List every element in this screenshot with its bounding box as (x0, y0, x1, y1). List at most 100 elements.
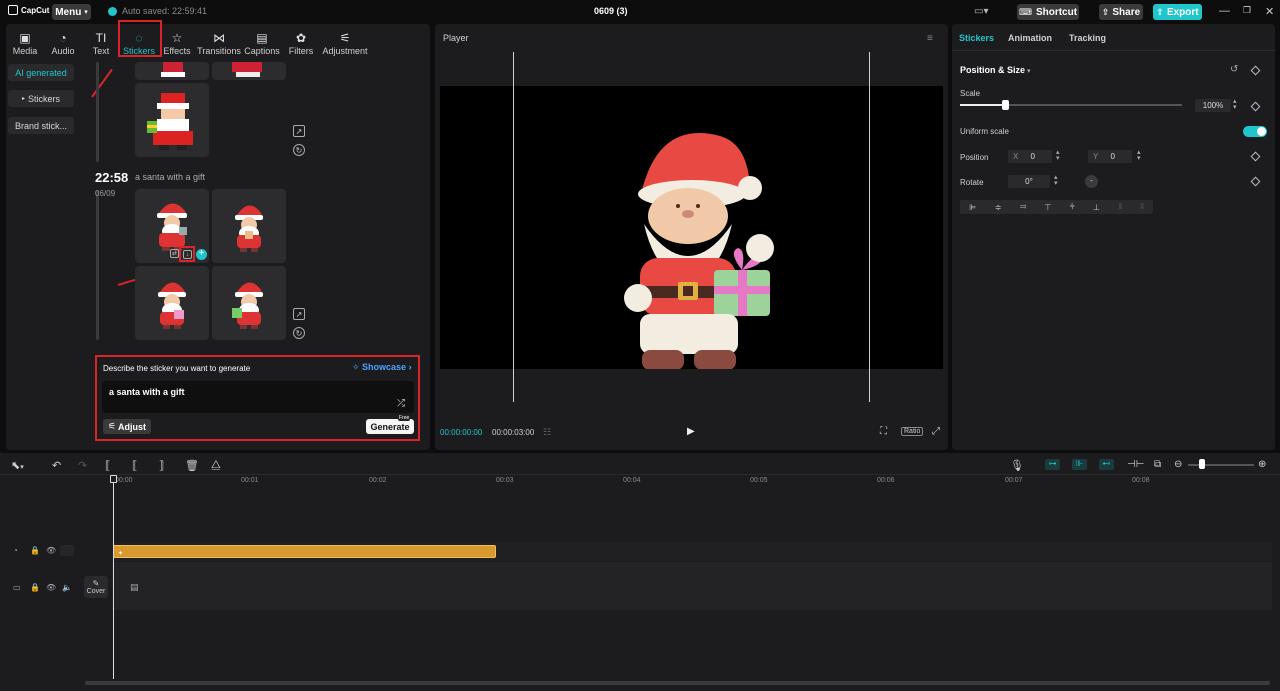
shuffle-icon[interactable]: ⤮ (397, 398, 405, 409)
regenerate-icon[interactable]: ↻ (293, 144, 305, 156)
replace-icon[interactable]: ⇄ (170, 249, 179, 258)
auto-snap-icon[interactable]: ⊪ (1072, 459, 1087, 470)
lock-icon[interactable]: 🔒 (30, 583, 40, 592)
stepper-icon[interactable]: ▴ ▾ (1137, 149, 1141, 162)
regenerate-icon[interactable]: ↻ (293, 327, 305, 339)
tab-animation[interactable]: Animation (1008, 33, 1052, 43)
align-right-icon[interactable]: ⫤ (1020, 202, 1026, 212)
add-to-track-icon[interactable]: ↗ (293, 125, 305, 137)
add-to-track-icon[interactable]: ↗ (293, 308, 305, 320)
rotate-input[interactable]: 0° (1008, 175, 1050, 188)
zoom-slider[interactable] (1188, 464, 1254, 466)
distribute-h-icon[interactable]: ⫴ (1119, 202, 1122, 212)
main-track-magnet-icon[interactable]: ⊶ (1045, 459, 1060, 470)
position-y-input[interactable]: Y0 (1088, 150, 1132, 163)
shortcut-button[interactable]: ⌨ Shortcut (1017, 4, 1079, 20)
eye-icon[interactable]: 👁 (46, 546, 56, 555)
distribute-v-icon[interactable]: ⫴ (1140, 202, 1143, 212)
align-bottom-icon[interactable]: ⊥ (1093, 203, 1100, 212)
split-right-icon[interactable]: ⟧ (159, 459, 164, 472)
split-icon[interactable]: ⟦ (105, 459, 110, 472)
position-size-section[interactable]: Position & Size ▾ (960, 65, 1030, 75)
lock-icon[interactable]: 🔒 (30, 546, 40, 555)
player-menu-icon[interactable]: ≡ (927, 33, 933, 44)
sticker-item[interactable] (212, 266, 286, 340)
sidebar-item-ai-generated[interactable]: AI generated (8, 64, 74, 81)
scale-slider-knob[interactable] (1002, 100, 1009, 110)
minimize-icon[interactable]: — (1219, 5, 1230, 17)
menu-button[interactable]: Menu ▾ (52, 4, 91, 20)
sidebar-item-stickers[interactable]: ▸ Stickers (8, 90, 74, 107)
timeline-scrollbar[interactable] (85, 681, 1270, 685)
sticker-clip[interactable]: ✦ (113, 545, 496, 558)
adjust-button[interactable]: ⚟ Adjust (103, 419, 151, 434)
align-center-v-icon[interactable]: ⫩ (1070, 202, 1075, 212)
sidebar-item-brand-stickers[interactable]: Brand stick... (8, 117, 74, 134)
mirror-icon[interactable]: ⧋ (211, 459, 221, 472)
scale-value: 100% (1202, 101, 1224, 110)
align-left-icon[interactable]: ⊫ (969, 203, 976, 212)
align-center-h-icon[interactable]: ≑ (995, 203, 1002, 212)
tab-adjustment[interactable]: ⚟ Adjustment (322, 26, 367, 56)
uniform-scale-toggle[interactable] (1243, 126, 1267, 137)
stepper-icon[interactable]: ▴ ▾ (1054, 174, 1058, 187)
export-button[interactable]: ⇧ Export (1153, 4, 1202, 20)
tab-captions[interactable]: ▤ Captions (242, 26, 282, 56)
sticker-item[interactable] (135, 62, 209, 80)
position-x-input[interactable]: X0 (1008, 150, 1052, 163)
tab-filters[interactable]: ✿ Filters (281, 26, 321, 56)
sticker-item[interactable] (212, 189, 286, 263)
ratio-button[interactable]: Ratio (901, 427, 924, 436)
playhead-handle[interactable] (110, 475, 117, 483)
rotate-dial-icon[interactable]: - (1085, 175, 1098, 188)
tab-text[interactable]: TI Text (81, 26, 121, 56)
sticker-item[interactable] (135, 83, 209, 157)
audio-mute-icon[interactable]: 🔈 (62, 583, 72, 592)
ruler-label: 00:03 (496, 477, 514, 484)
zoom-out-icon[interactable]: ⊖ (1174, 459, 1182, 470)
caption-icon[interactable]: ⧉ (1154, 459, 1161, 470)
tab-tracking[interactable]: Tracking (1069, 33, 1106, 43)
linkage-icon[interactable]: ⊷ (1099, 459, 1114, 470)
download-icon[interactable]: ↓ (183, 250, 192, 259)
tab-transitions[interactable]: ⋈ Transitions (197, 26, 241, 56)
preview-axis-icon[interactable]: ⊣⊢ (1127, 459, 1144, 470)
fit-screen-icon[interactable]: ⛶ (880, 426, 887, 437)
layout-icon[interactable]: ▭▾ (974, 6, 992, 17)
preview-canvas[interactable] (440, 86, 943, 370)
align-top-icon[interactable]: ⊤ (1044, 203, 1051, 212)
close-icon[interactable]: ✕ (1265, 5, 1274, 18)
rotate-value: 0° (1025, 177, 1033, 186)
tab-audio[interactable]: ◔ Audio (43, 26, 83, 56)
zoom-slider-knob[interactable] (1199, 459, 1205, 469)
eye-icon[interactable]: 👁 (46, 583, 56, 592)
scale-value-input[interactable]: 100% (1195, 99, 1231, 112)
zoom-in-icon[interactable]: ⊕ (1258, 459, 1266, 470)
restore-icon[interactable]: ❐ (1243, 5, 1251, 16)
cover-button[interactable]: ✎ Cover (84, 576, 108, 598)
stepper-icon[interactable]: ▴ ▾ (1233, 98, 1237, 111)
redo-icon[interactable]: ↷ (78, 459, 87, 472)
split-left-icon[interactable]: ⟦ (132, 459, 137, 472)
share-button[interactable]: ⇪ Share (1099, 4, 1143, 20)
sticker-item[interactable] (135, 266, 209, 340)
tab-effects[interactable]: ☆ Effects (157, 26, 197, 56)
stepper-icon[interactable]: ▴ ▾ (1056, 149, 1060, 162)
play-icon[interactable]: ▶ (687, 426, 695, 437)
undo-icon[interactable]: ↶ (52, 459, 61, 472)
generate-button[interactable]: Generate (366, 419, 414, 434)
timeline-grid-icon[interactable]: ☷ (543, 427, 551, 438)
tab-stickers-properties[interactable]: Stickers (959, 33, 994, 43)
playhead[interactable] (113, 475, 114, 679)
tab-media[interactable]: ▣ Media (5, 26, 45, 56)
delete-icon[interactable]: 🗑 (185, 459, 199, 472)
showcase-link[interactable]: ✧ Showcase › (352, 362, 412, 373)
fullscreen-icon[interactable]: ⤢ (932, 426, 940, 437)
sticker-item[interactable] (212, 62, 286, 80)
microphone-icon[interactable]: 🎙 (1010, 459, 1024, 472)
sticker-prompt-input[interactable]: a santa with a gift (102, 381, 414, 413)
reset-icon[interactable]: ↺ (1230, 64, 1238, 75)
add-plus-icon[interactable]: + (196, 249, 207, 260)
select-tool-icon[interactable]: ⬉▾ (11, 459, 24, 472)
filters-icon: ✿ (295, 31, 307, 45)
